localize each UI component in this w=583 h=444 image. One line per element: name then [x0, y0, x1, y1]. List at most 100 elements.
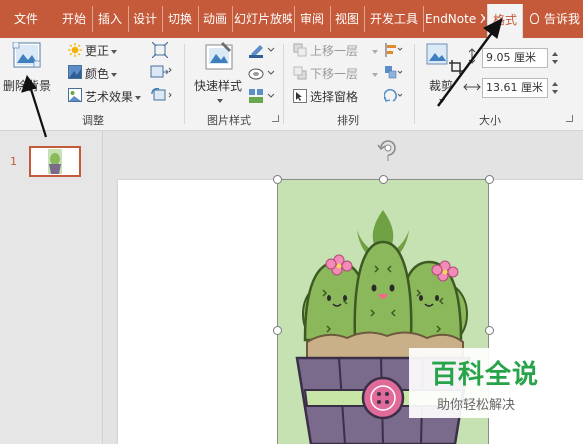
tab-view[interactable]: 视图 [332, 0, 362, 38]
sun-icon [68, 43, 82, 60]
corrections-button[interactable]: 更正 [85, 42, 118, 59]
spin-down-icon[interactable] [552, 90, 558, 94]
watermark: 百科全说 助你轻松解决 [409, 348, 541, 418]
slide-thumbnail[interactable] [29, 146, 81, 177]
lightbulb-icon [530, 13, 539, 24]
chevron-down-icon [111, 49, 118, 54]
ribbon: 删除背景 更正 颜色 艺术效果 调整 快速样式 图片样式 上移一层 下移一层 选… [0, 38, 583, 131]
tab-separator [162, 6, 163, 32]
change-picture-icon[interactable] [150, 64, 172, 83]
group-separator [184, 44, 185, 124]
height-spinner[interactable] [549, 48, 561, 68]
group-objects-icon[interactable] [384, 65, 404, 84]
color-icon [68, 65, 82, 82]
quick-styles-icon[interactable] [203, 42, 235, 77]
tab-separator [92, 6, 93, 32]
rotate-icon[interactable] [383, 88, 404, 107]
ribbon-tab-bar: 文件 开始 插入 设计 切换 动画 幻灯片放映 审阅 视图 开发工具 EndNo… [0, 0, 583, 38]
watermark-title: 百科全说 [431, 360, 540, 390]
width-icon [463, 80, 481, 97]
chevron-down-icon [217, 98, 223, 103]
crop-picture-icon [426, 43, 448, 68]
chevron-down-icon [372, 72, 379, 77]
tab-separator [198, 6, 199, 32]
quick-styles-dropdown[interactable] [215, 93, 223, 107]
corrections-label: 更正 [85, 44, 110, 58]
resize-handle-top-right[interactable] [485, 175, 494, 184]
bring-forward-label: 上移一层 [310, 44, 359, 58]
picture-effects-icon[interactable] [248, 65, 276, 84]
resize-handle-right[interactable] [485, 326, 494, 335]
tab-separator [330, 6, 331, 32]
group-label-picture-styles: 图片样式 [207, 114, 251, 127]
tab-slideshow[interactable]: 幻灯片放映 [234, 0, 292, 38]
resize-handle-top-left[interactable] [273, 175, 282, 184]
quick-styles-button[interactable]: 快速样式 [194, 77, 242, 94]
tab-review[interactable]: 审阅 [296, 0, 328, 38]
send-backward-button[interactable]: 下移一层 [310, 65, 379, 82]
tab-separator [232, 6, 233, 32]
width-spinner[interactable] [549, 78, 561, 98]
crop-dropdown[interactable] [437, 93, 445, 107]
group-label-size: 大小 [479, 114, 501, 127]
color-label: 颜色 [85, 67, 110, 81]
tab-separator [423, 6, 424, 32]
tab-developer[interactable]: 开发工具 [366, 0, 422, 38]
picture-styles-launcher-icon[interactable] [272, 115, 279, 122]
artistic-effects-icon [68, 88, 82, 105]
chevron-down-icon [135, 95, 142, 100]
bring-forward-icon [293, 43, 307, 60]
height-icon [465, 48, 479, 67]
group-label-adjust: 调整 [82, 114, 104, 127]
chevron-down-icon [439, 98, 445, 103]
slide-thumbnail-pane: 1 [0, 131, 103, 444]
tab-separator [364, 6, 365, 32]
group-separator [414, 44, 415, 124]
rotate-handle-icon[interactable] [375, 135, 401, 175]
resize-handle-top[interactable] [379, 175, 388, 184]
chevron-down-icon [372, 49, 379, 54]
selection-pane-icon [293, 89, 307, 106]
spin-up-icon[interactable] [552, 52, 558, 56]
group-separator [283, 44, 284, 124]
bring-forward-button[interactable]: 上移一层 [310, 42, 379, 59]
remove-background-button[interactable]: 删除背景 [3, 77, 51, 94]
chevron-down-icon [111, 72, 118, 77]
tab-transitions[interactable]: 切换 [164, 0, 196, 38]
tab-format[interactable]: 格式 [487, 4, 523, 38]
color-button[interactable]: 颜色 [85, 65, 118, 82]
picture-border-icon[interactable] [248, 42, 276, 61]
tab-separator [128, 6, 129, 32]
remove-background-icon[interactable] [12, 41, 42, 74]
crop-icon[interactable] [449, 60, 463, 77]
send-backward-icon [293, 66, 307, 83]
send-backward-label: 下移一层 [310, 67, 359, 81]
tab-home[interactable]: 开始 [58, 0, 90, 38]
selection-pane-button[interactable]: 选择窗格 [310, 88, 358, 105]
size-launcher-icon[interactable] [566, 115, 573, 122]
resize-handle-left[interactable] [273, 326, 282, 335]
picture-layout-icon[interactable] [248, 88, 276, 107]
tab-insert[interactable]: 插入 [94, 0, 126, 38]
spin-down-icon[interactable] [552, 60, 558, 64]
tell-me-label: 告诉我 [544, 12, 581, 26]
tab-separator [294, 6, 295, 32]
compress-pictures-icon[interactable] [151, 41, 169, 61]
width-field[interactable]: 13.61 厘米 [482, 78, 548, 98]
watermark-subtitle: 助你轻松解决 [437, 398, 516, 413]
height-field[interactable]: 9.05 厘米 [482, 48, 548, 68]
artistic-effects-label: 艺术效果 [85, 90, 134, 104]
tab-animations[interactable]: 动画 [200, 0, 230, 38]
spin-up-icon[interactable] [552, 82, 558, 86]
tab-file[interactable]: 文件 [4, 0, 48, 38]
artistic-effects-button[interactable]: 艺术效果 [85, 88, 142, 105]
tab-endnote[interactable]: EndNote X [425, 0, 485, 38]
tab-design[interactable]: 设计 [130, 0, 160, 38]
slide-number: 1 [10, 155, 17, 168]
align-icon[interactable] [384, 42, 404, 61]
thumbnail-picture-icon [48, 149, 62, 174]
reset-picture-icon[interactable] [150, 87, 172, 106]
crop-button[interactable]: 裁剪 [429, 77, 453, 94]
tell-me-box[interactable]: 告诉我 [530, 0, 580, 38]
group-label-arrange: 排列 [337, 114, 359, 127]
